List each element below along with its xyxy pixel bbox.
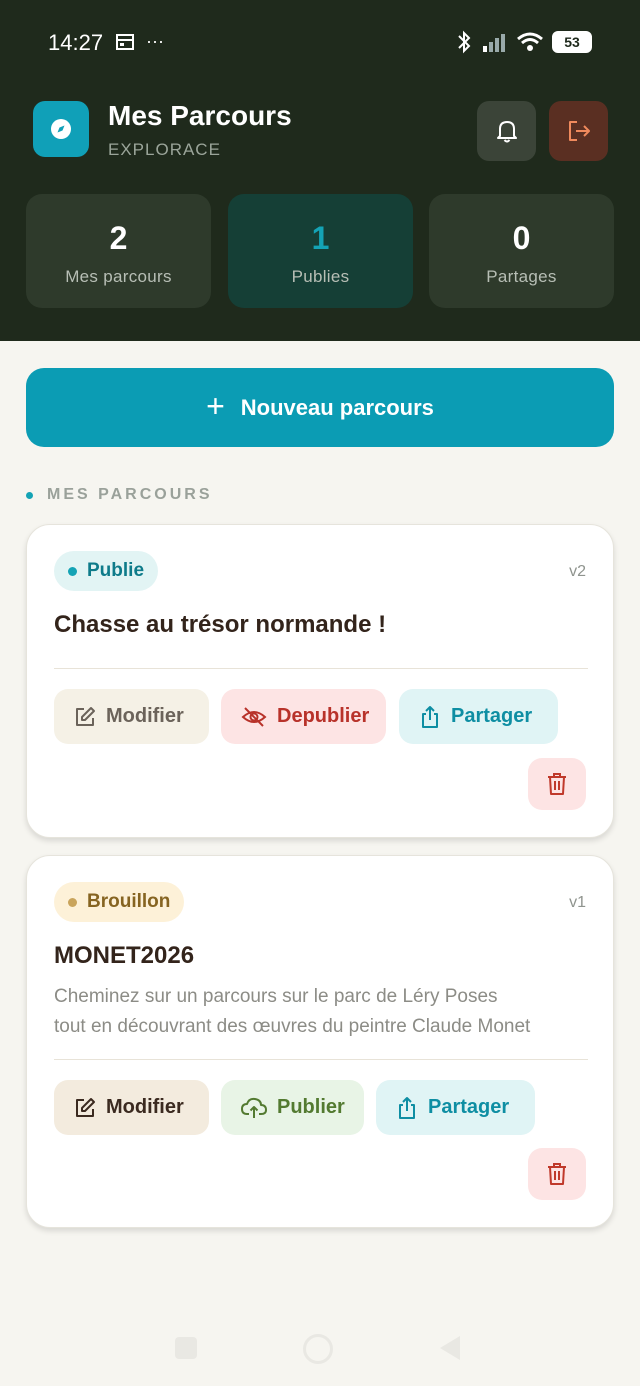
back-button[interactable] [440,1336,460,1360]
stat-value: 0 [512,220,531,256]
route-card: Publie v2 Chasse au trésor normande ! Mo… [26,524,614,838]
status-badge: Publie [54,551,159,591]
logout-button[interactable] [549,101,608,161]
compass-icon [33,101,89,157]
signal-icon [483,34,505,52]
stat-value: 2 [109,220,128,256]
wifi-icon [517,32,543,51]
section-dot-icon [26,491,33,499]
calendar-notification-icon [116,33,134,50]
delete-button[interactable] [528,758,586,810]
plus-icon: + [206,387,225,424]
logout-icon [568,121,590,141]
new-route-label: Nouveau parcours [240,394,434,420]
more-notifications-icon: ··· [146,31,164,51]
stat-my-routes[interactable]: 2 Mes parcours [26,194,211,308]
stat-shared[interactable]: 0 Partages [429,194,614,308]
app-subtitle: EXPLORACE [108,140,221,159]
route-title: Chasse au trésor normande ! [54,611,387,638]
bluetooth-icon [458,30,471,54]
edit-icon [76,1097,95,1117]
stat-published[interactable]: 1 Publies [228,194,413,308]
stat-label: Partages [486,267,557,286]
divider [54,668,588,669]
app-header: 14:27 ··· 53 Mes Parcours EXPLORACE 2 Me… [0,0,640,341]
section-header: MES PARCOURS [26,486,213,504]
battery-icon: 53 [552,31,592,53]
trash-icon [548,773,566,795]
stat-label: Publies [291,267,350,286]
stat-label: Mes parcours [65,267,172,286]
modify-button[interactable]: Modifier [54,1080,209,1135]
divider [54,1059,588,1060]
route-description: Cheminez sur un parcours sur le parc de … [54,986,531,1037]
publish-button[interactable]: Publier [221,1080,364,1135]
status-dot-icon [68,566,77,576]
stat-value: 1 [311,220,330,256]
page-title: Mes Parcours [108,100,292,131]
share-icon [422,705,438,728]
cloud-upload-icon [241,1097,267,1118]
notifications-button[interactable] [477,101,536,161]
share-button[interactable]: Partager [399,689,558,744]
status-time: 14:27 [48,30,104,55]
trash-icon [548,1163,566,1185]
home-button[interactable] [303,1334,333,1364]
delete-button[interactable] [528,1148,586,1200]
route-title: MONET2026 [54,942,195,969]
version-label: v1 [569,894,586,911]
section-label: MES PARCOURS [47,486,213,503]
eye-off-icon [241,706,267,727]
share-button[interactable]: Partager [376,1080,535,1135]
version-label: v2 [569,563,586,580]
route-card: Brouillon v1 MONET2026 Cheminez sur un p… [26,855,614,1228]
edit-icon [76,706,95,726]
modify-button[interactable]: Modifier [54,689,209,744]
new-route-button[interactable]: + Nouveau parcours [26,368,614,447]
system-nav-bar [0,1300,640,1386]
status-badge: Brouillon [54,882,185,922]
bell-icon [496,121,517,143]
share-icon [399,1096,415,1119]
recents-button[interactable] [175,1337,197,1359]
status-dot-icon [68,897,77,907]
status-bar: 14:27 ··· 53 [0,0,640,88]
unpublish-button[interactable]: Depublier [221,689,386,744]
